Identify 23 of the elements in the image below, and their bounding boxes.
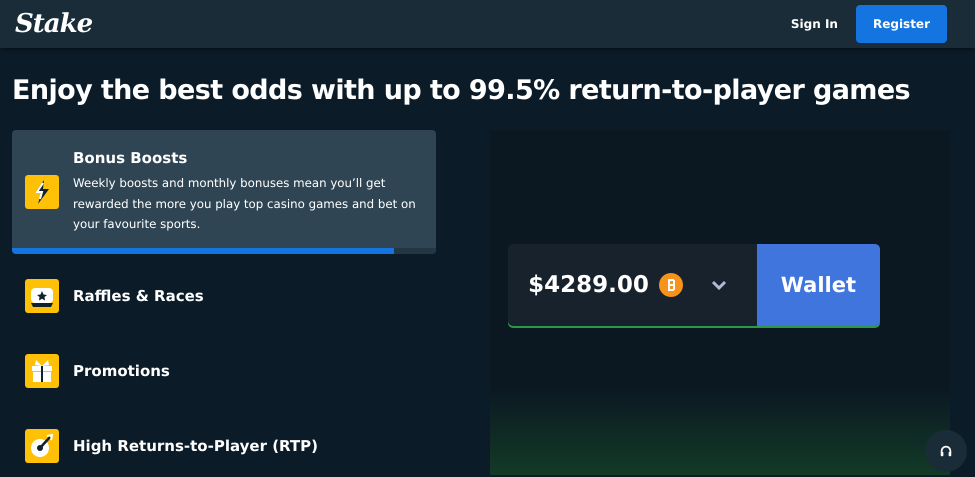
coin-icon (658, 273, 683, 297)
feature-item[interactable]: Promotions (12, 333, 436, 408)
logo[interactable]: Stake (15, 9, 92, 39)
lightning-icon (25, 175, 59, 209)
headset-icon (939, 444, 953, 458)
feature-title: Promotions (73, 362, 170, 380)
chevron-down-icon[interactable] (710, 280, 727, 290)
feature-item[interactable]: Raffles & Races (12, 258, 436, 333)
balance: $4289.00 (528, 272, 649, 298)
ticket-icon (25, 278, 59, 312)
register-button[interactable]: Register (856, 5, 947, 43)
sign-in-link[interactable]: Sign In (790, 17, 838, 31)
target-icon (25, 428, 59, 462)
headline: Enjoy the best odds with up to 99.5% return-to-player games (12, 75, 912, 106)
wallet-button[interactable]: Wallet (756, 244, 880, 326)
feature-title: High Returns-to-Player (RTP) (73, 436, 318, 454)
feature-description: Weekly boosts and monthly bonuses mean you’ll get rewarded the more you play top casino games and bet on your favourite sports. (73, 175, 417, 234)
feature-title: Bonus Boosts (73, 149, 188, 168)
support-button[interactable] (925, 430, 967, 472)
feature-item[interactable]: Bonus Boosts Weekly boosts and monthly bonuses mean you’ll get rewarded the more you play top casino games and bet on your favourite sports. (12, 130, 436, 254)
gift-icon (25, 354, 59, 388)
feature-item[interactable]: High Returns-to-Player (RTP) (12, 408, 436, 477)
feature-title: Raffles & Races (73, 286, 204, 304)
